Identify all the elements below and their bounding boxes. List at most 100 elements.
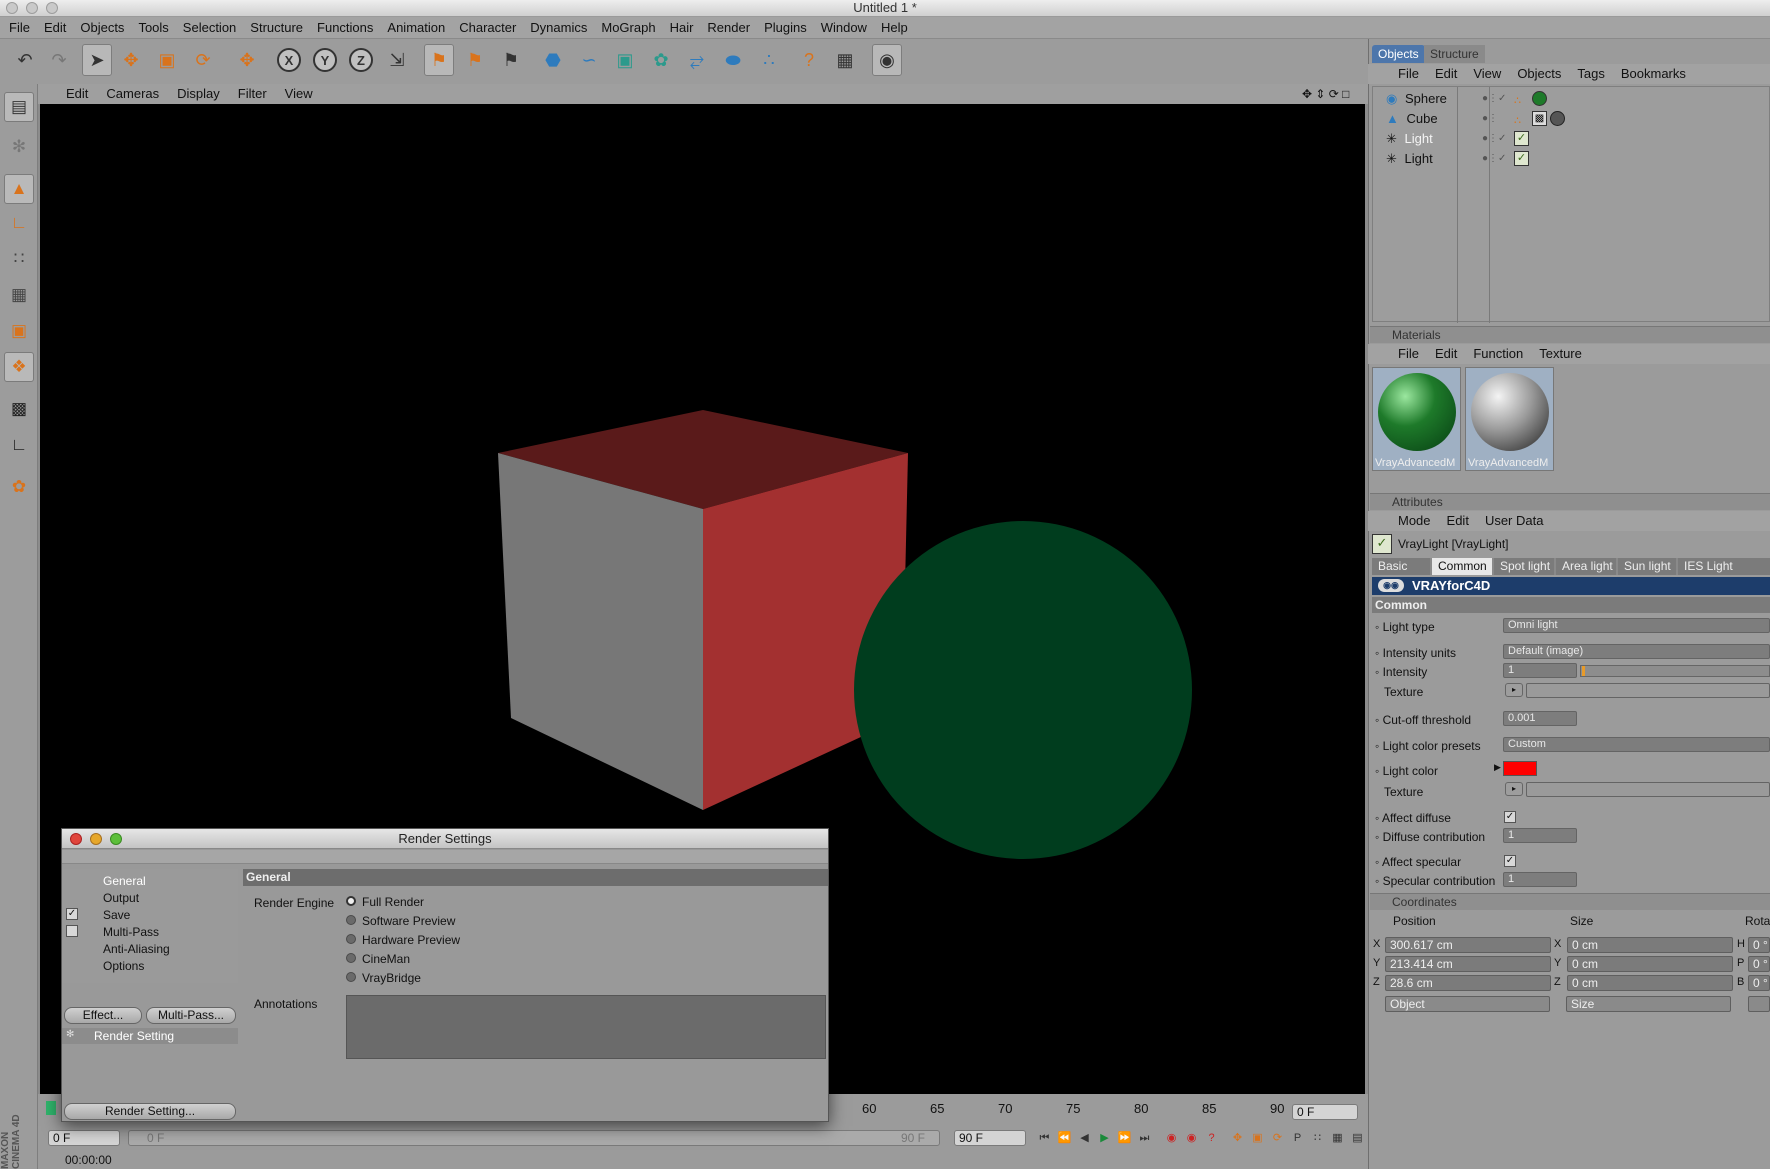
coordinate-mode-select[interactable]: Object [1385, 996, 1550, 1012]
texture-mode-icon[interactable]: ❖ [4, 352, 34, 382]
end-frame-field[interactable]: 90 F [954, 1130, 1026, 1146]
objects-menu-edit[interactable]: Edit [1427, 64, 1465, 83]
texture-slot[interactable] [1526, 683, 1770, 698]
objects-menu-view[interactable]: View [1465, 64, 1509, 83]
rotation-p-field[interactable]: 0 ° [1748, 956, 1770, 972]
vraylight-tag-icon[interactable]: ✓ [1514, 131, 1529, 146]
material-tag-green[interactable] [1532, 91, 1547, 106]
intensity-units-select[interactable]: Default (image) [1503, 644, 1770, 659]
menu-help[interactable]: Help [874, 17, 915, 39]
color-presets-select[interactable]: Custom [1503, 737, 1770, 752]
edges-mode-icon[interactable]: ▦ [4, 280, 34, 310]
size-z-field[interactable]: 0 cm [1567, 975, 1733, 991]
tab-common[interactable]: Common [1432, 558, 1492, 575]
viewport-menu-filter[interactable]: Filter [229, 84, 276, 104]
objects-menu-objects[interactable]: Objects [1509, 64, 1569, 83]
add-scene-icon[interactable]: ⬬ [718, 44, 748, 76]
menu-window[interactable]: Window [814, 17, 874, 39]
menu-file[interactable]: File [0, 17, 37, 39]
render-setting-menu-button[interactable]: Render Setting... [64, 1103, 236, 1120]
key-rotation-icon[interactable]: ⟳ [1270, 1131, 1285, 1146]
undo-icon[interactable]: ↶ [10, 44, 40, 76]
use-model-mode-icon[interactable]: ▤ [4, 92, 34, 122]
model-mode-icon[interactable]: ▲ [4, 174, 34, 204]
intensity-slider-thumb[interactable] [1582, 666, 1585, 676]
tab-ies-light[interactable]: IES Light [1678, 558, 1770, 575]
vraylight-tag-icon[interactable]: ✓ [1514, 151, 1529, 166]
menu-animation[interactable]: Animation [380, 17, 452, 39]
materials-menu-file[interactable]: File [1390, 344, 1427, 363]
diffuse-contribution-field[interactable]: 1 [1503, 828, 1577, 843]
objects-menu-tags[interactable]: Tags [1569, 64, 1612, 83]
attributes-menu-mode[interactable]: Mode [1390, 511, 1439, 530]
nav-output[interactable]: Output [103, 891, 139, 905]
texture-expand-icon[interactable]: ▸ [1505, 782, 1523, 796]
keyframe-selection-icon[interactable]: ? [1204, 1131, 1219, 1146]
menu-dynamics[interactable]: Dynamics [523, 17, 594, 39]
key-pla-icon[interactable]: ∷ [1310, 1131, 1325, 1146]
object-row-light-1[interactable]: ✳ Light ●⋮✓ ✓ [1382, 129, 1762, 149]
cutoff-field[interactable]: 0.001 [1503, 711, 1577, 726]
tab-area-light[interactable]: Area light [1556, 558, 1616, 575]
uv-polygons-icon[interactable]: ∟ [4, 430, 34, 460]
multipass-button[interactable]: Multi-Pass... [146, 1007, 236, 1024]
viewport-menu-view[interactable]: View [276, 84, 322, 104]
effect-button[interactable]: Effect... [64, 1007, 142, 1024]
add-mograph-icon[interactable]: ∴ [754, 44, 784, 76]
engine-cineman[interactable]: CineMan [362, 952, 410, 966]
radio-vraybridge[interactable] [346, 972, 356, 982]
materials-section-header[interactable]: Materials [1370, 326, 1770, 343]
menu-character[interactable]: Character [452, 17, 523, 39]
autokey-icon[interactable]: ◉ [1184, 1131, 1199, 1146]
intensity-slider[interactable] [1580, 665, 1770, 677]
visibility-dots-icon[interactable]: ●⋮✓ [1482, 129, 1506, 149]
key-param-icon[interactable]: P [1290, 1131, 1305, 1146]
materials-menu-function[interactable]: Function [1465, 344, 1531, 363]
object-mode-icon[interactable]: ∟ [4, 208, 34, 238]
material-tag-gray[interactable] [1550, 111, 1565, 126]
zoom-window-button[interactable] [46, 2, 58, 14]
help-icon[interactable]: ? [794, 44, 824, 76]
engine-vraybridge[interactable]: VrayBridge [362, 971, 421, 985]
attributes-menu-userdata[interactable]: User Data [1477, 511, 1552, 530]
world-axis-icon[interactable]: ✥ [232, 44, 262, 76]
redo-icon[interactable]: ↷ [44, 44, 74, 76]
layout-icon[interactable]: ▦ [830, 44, 860, 76]
key-scale-icon[interactable]: ▣ [1250, 1131, 1265, 1146]
record-icon[interactable]: ◉ [1164, 1131, 1179, 1146]
apply-button[interactable] [1748, 996, 1770, 1012]
object-row-light-2[interactable]: ✳ Light ●⋮✓ ✓ [1382, 149, 1762, 169]
sculpt-icon[interactable]: ✿ [4, 472, 34, 502]
menu-tools[interactable]: Tools [131, 17, 175, 39]
materials-menu-edit[interactable]: Edit [1427, 344, 1465, 363]
render-picture-viewer-icon[interactable]: ⚑ [460, 44, 490, 76]
nav-options[interactable]: Options [103, 959, 144, 973]
specular-contribution-field[interactable]: 1 [1503, 872, 1577, 887]
position-z-field[interactable]: 28.6 cm [1385, 975, 1551, 991]
x-axis-lock-icon[interactable]: X [274, 44, 304, 76]
affect-specular-checkbox[interactable]: ✓ [1504, 855, 1516, 867]
multipass-enabled-checkbox[interactable] [66, 925, 78, 937]
dialog-close-button[interactable] [70, 833, 82, 845]
size-mode-select[interactable]: Size [1566, 996, 1731, 1012]
next-key-icon[interactable]: ⏩ [1117, 1131, 1132, 1146]
play-forward-icon[interactable]: ▶ [1097, 1131, 1112, 1146]
position-y-field[interactable]: 213.414 cm [1385, 956, 1551, 972]
points-mode-icon[interactable]: ∷ [4, 244, 34, 274]
live-selection-icon[interactable]: ➤ [82, 44, 112, 76]
rotation-b-field[interactable]: 0 ° [1748, 975, 1770, 991]
scale-tool-icon[interactable]: ▣ [152, 44, 182, 76]
tab-objects[interactable]: Objects [1372, 45, 1425, 63]
rotate-tool-icon[interactable]: ⟳ [188, 44, 218, 76]
viewport-menu-cameras[interactable]: Cameras [97, 84, 168, 104]
nav-multi-pass[interactable]: Multi-Pass [103, 925, 159, 939]
menu-mograph[interactable]: MoGraph [594, 17, 662, 39]
polygons-mode-icon[interactable]: ▣ [4, 316, 34, 346]
position-x-field[interactable]: 300.617 cm [1385, 937, 1551, 953]
color-expand-icon[interactable]: ▶ [1494, 762, 1501, 773]
viewport-menu-display[interactable]: Display [168, 84, 229, 104]
use-object-axis-icon[interactable]: ✻ [4, 132, 34, 162]
materials-menu-texture[interactable]: Texture [1531, 344, 1590, 363]
play-backward-icon[interactable]: ◀ [1077, 1131, 1092, 1146]
menu-selection[interactable]: Selection [176, 17, 243, 39]
